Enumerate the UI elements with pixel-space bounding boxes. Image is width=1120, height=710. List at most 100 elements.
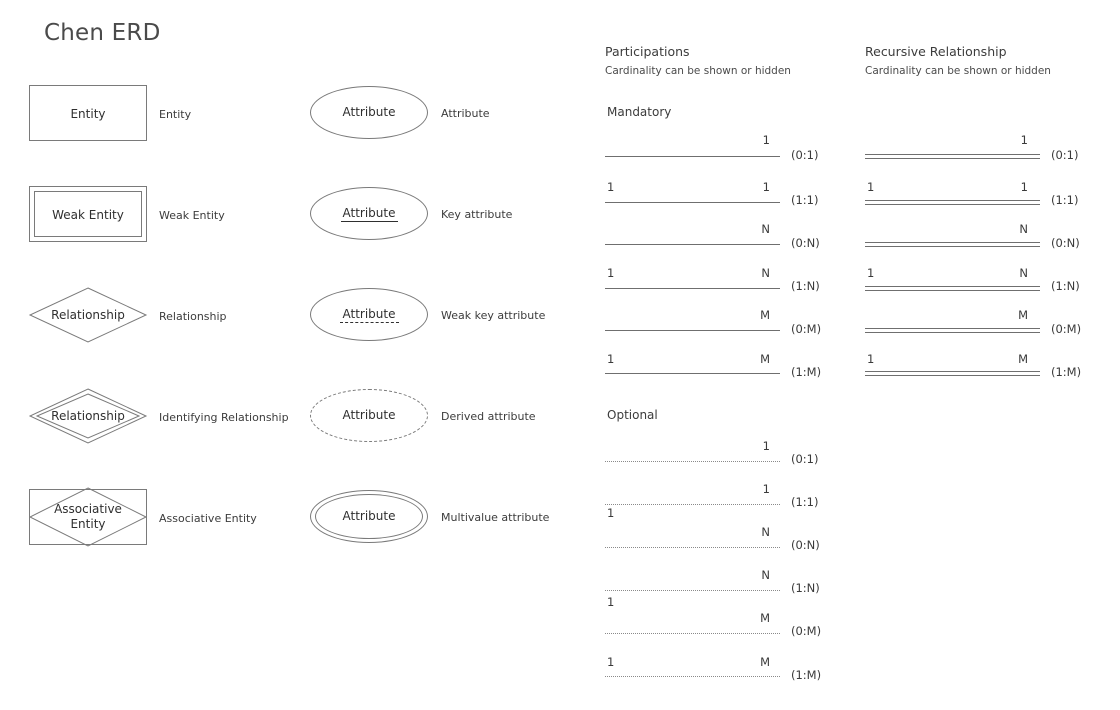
cardinality-left-value: 1 [867,180,875,194]
weak-entity-shape-label: Weak Entity [52,208,124,222]
cardinality-note: (1:1) [791,495,819,509]
cardinality-right-value: 1 [1020,180,1028,194]
weak-entity-outer-rectangle-shape: Weak Entity [29,186,147,242]
participation-line-solid [605,244,780,245]
cardinality-right-value: 1 [762,180,770,194]
legend-row-derived-attribute: Attribute Derived attribute [310,389,610,443]
legend-row-weak-key-attribute: Attribute Weak key attribute [310,288,610,342]
cardinality-right-value: N [761,525,770,539]
cardinality-note: (0:1) [791,148,819,162]
participation-line-dotted [605,461,780,462]
cardinality-note: (0:M) [791,624,822,638]
cardinality-right-value: 1 [1020,133,1028,147]
key-attribute-shape-text: Attribute [340,206,398,222]
cardinality-note: (0:M) [791,322,822,336]
cardinality-left-value: 1 [607,266,615,280]
relationship-shape-label: Relationship [51,308,125,322]
derived-attribute-shape-text: Attribute [342,408,396,422]
weak-key-attribute-shape-label: Attribute [310,307,428,323]
participation-line-solid [605,288,780,289]
cardinality-right-value: M [1018,352,1028,366]
cardinality-note: (0:1) [1051,148,1079,162]
cardinality-note: (1:M) [791,365,822,379]
cardinality-right-value: M [760,655,770,669]
legend-label-relationship: Relationship [159,310,227,323]
cardinality-note: (1:1) [791,193,819,207]
multivalue-attribute-shape-label: Attribute [310,510,428,522]
cardinality-left-value: 1 [607,352,615,366]
legend-label-identifying-relationship: Identifying Relationship [159,411,289,424]
recursive-line-double [865,286,1040,291]
participation-line-dotted [605,676,780,677]
cardinality-note: (1:M) [1051,365,1082,379]
legend-label-key-attribute: Key attribute [441,208,513,221]
cardinality-left-value: 1 [607,506,615,520]
cardinality-right-value: M [1018,308,1028,322]
cardinality-note: (1:N) [791,279,820,293]
participation-line-dotted [605,547,780,548]
cardinality-left-value: 1 [867,266,875,280]
cardinality-right-value: N [1019,222,1028,236]
participations-group-title-optional: Optional [607,408,658,422]
legend-label-multivalue-attribute: Multivalue attribute [441,511,550,524]
page-title: Chen ERD [44,20,161,46]
attribute-shape-label: Attribute [310,106,428,118]
cardinality-right-value: 1 [762,133,770,147]
attribute-shape-text: Attribute [342,105,396,119]
legend-label-associative-entity: Associative Entity [159,512,257,525]
legend-row-attribute: Attribute Attribute [310,86,610,140]
participations-subtitle: Cardinality can be shown or hidden [605,65,791,77]
legend-label-attribute: Attribute [441,107,490,120]
participation-line-dotted [605,590,780,591]
cardinality-note: (1:N) [1051,279,1080,293]
entity-rectangle-shape: Entity [29,85,147,141]
derived-attribute-shape-label: Attribute [310,409,428,421]
participation-line-dotted [605,633,780,634]
cardinality-right-value: M [760,308,770,322]
cardinality-note: (1:N) [791,581,820,595]
cardinality-right-value: N [761,222,770,236]
legend-row-key-attribute: Attribute Key attribute [310,187,610,241]
legend-label-weak-key-attribute: Weak key attribute [441,309,546,322]
recursive-line-double [865,242,1040,247]
cardinality-note: (0:N) [791,236,820,250]
associative-entity-shape-label: Associative Entity [54,502,122,531]
participation-line-solid [605,330,780,331]
legend-label-weak-entity: Weak Entity [159,209,225,222]
identifying-relationship-shape-label: Relationship [51,409,125,423]
cardinality-note: (0:N) [791,538,820,552]
cardinality-note: (0:M) [1051,322,1082,336]
cardinality-left-value: 1 [867,352,875,366]
recursive-relationship-title: Recursive Relationship [865,44,1007,59]
entity-shape-label: Entity [70,107,106,121]
cardinality-right-value: N [761,568,770,582]
cardinality-note: (0:1) [791,452,819,466]
multivalue-attribute-shape-text: Attribute [342,509,396,523]
cardinality-right-value: M [760,611,770,625]
cardinality-right-value: N [761,266,770,280]
legend-row-multivalue-attribute: Attribute Multivalue attribute [310,490,610,544]
cardinality-right-value: 1 [762,439,770,453]
participation-line-solid [605,373,780,374]
recursive-relationship-subtitle: Cardinality can be shown or hidden [865,65,1051,77]
cardinality-right-value: N [1019,266,1028,280]
recursive-line-double [865,328,1040,333]
key-attribute-shape-label: Attribute [310,206,428,222]
cardinality-right-value: 1 [762,482,770,496]
cardinality-right-value: M [760,352,770,366]
participations-group-title-mandatory: Mandatory [607,105,672,119]
recursive-line-double [865,200,1040,205]
participations-title: Participations [605,44,690,59]
participation-line-solid [605,202,780,203]
legend-label-derived-attribute: Derived attribute [441,410,536,423]
participation-line-dotted [605,504,780,505]
participation-line-solid [605,156,780,157]
weak-key-attribute-shape-text: Attribute [339,307,399,323]
cardinality-note: (1:M) [791,668,822,682]
legend-label-entity: Entity [159,108,192,121]
cardinality-note: (1:1) [1051,193,1079,207]
cardinality-note: (0:N) [1051,236,1080,250]
cardinality-left-value: 1 [607,655,615,669]
cardinality-left-value: 1 [607,595,615,609]
recursive-line-double [865,154,1040,159]
